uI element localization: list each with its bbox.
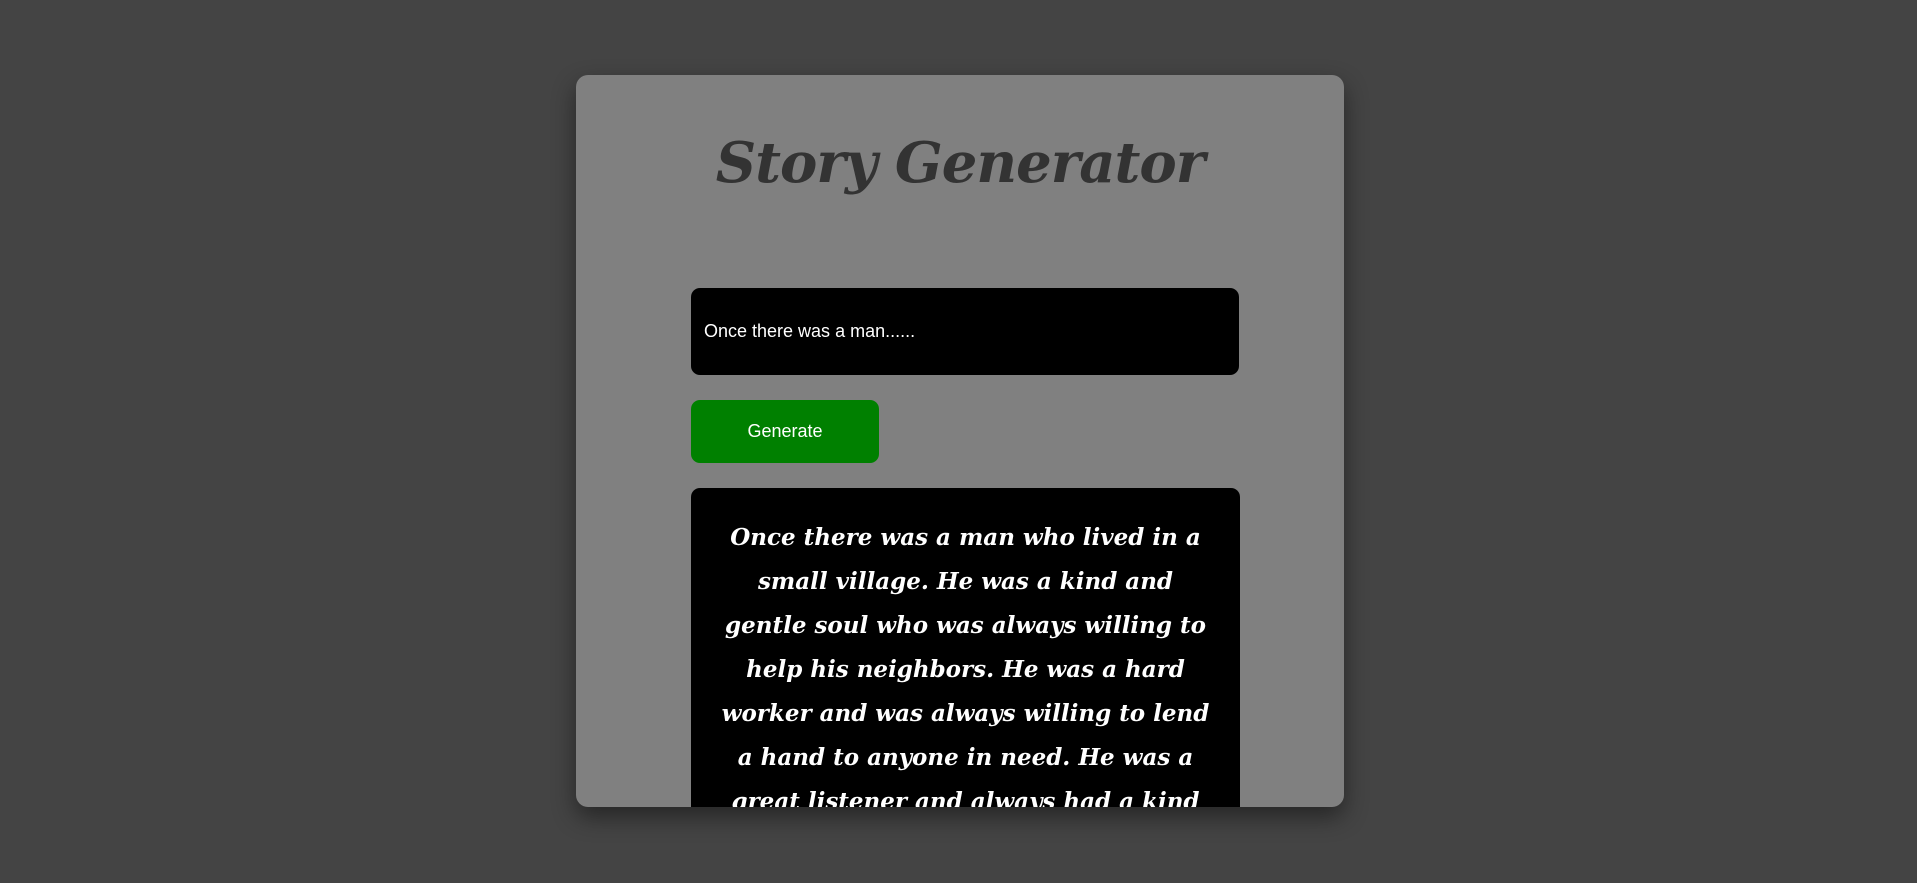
- story-output-box: Once there was a man who lived in a smal…: [691, 488, 1240, 807]
- story-generator-card: Story Generator Generate Once there was …: [576, 75, 1344, 807]
- story-output-text: Once there was a man who lived in a smal…: [721, 524, 1210, 807]
- page-title: Story Generator: [715, 130, 1206, 196]
- story-prompt-input[interactable]: [691, 288, 1239, 375]
- generate-button[interactable]: Generate: [691, 400, 879, 463]
